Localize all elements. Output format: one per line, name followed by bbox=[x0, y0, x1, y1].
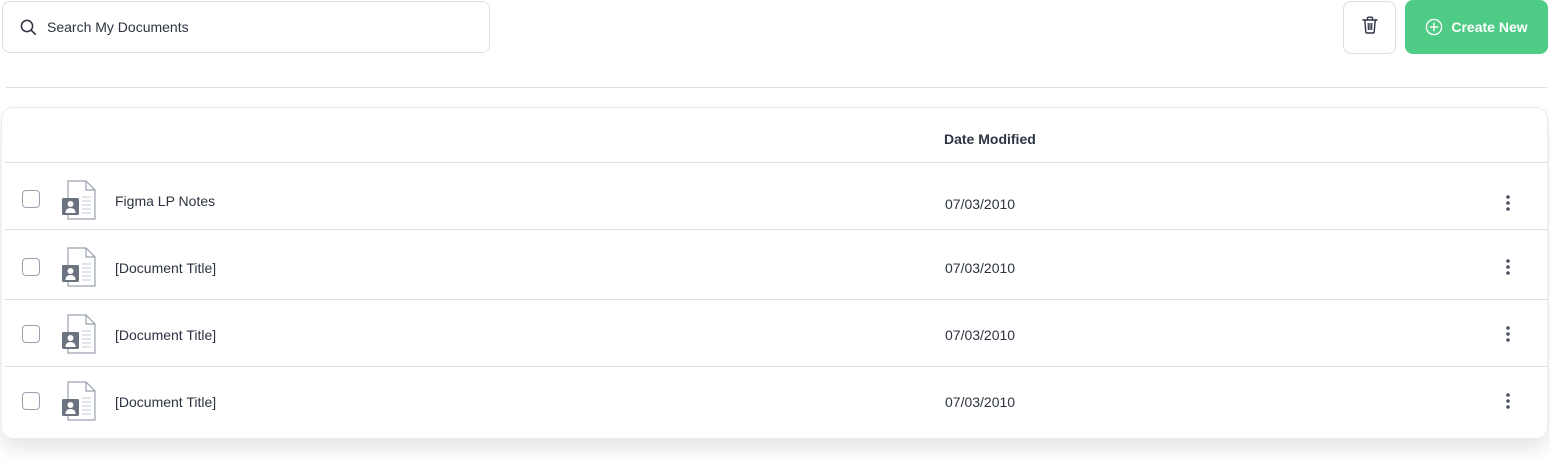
delete-button[interactable] bbox=[1343, 1, 1396, 54]
row-checkbox[interactable] bbox=[22, 190, 40, 208]
more-options-icon[interactable] bbox=[1500, 255, 1516, 279]
search-icon bbox=[19, 18, 37, 36]
row-checkbox[interactable] bbox=[22, 392, 40, 410]
row-checkbox[interactable] bbox=[22, 325, 40, 343]
table-row[interactable]: [Document Title] 07/03/2010 bbox=[5, 300, 1547, 367]
column-header-date-modified[interactable]: Date Modified bbox=[944, 131, 1036, 147]
more-options-icon[interactable] bbox=[1500, 191, 1516, 215]
search-input[interactable] bbox=[47, 19, 447, 35]
documents-table: Date Modified Figma LP Notes 07/03/2010 … bbox=[1, 107, 1548, 439]
more-options-icon[interactable] bbox=[1500, 322, 1516, 346]
document-icon bbox=[62, 314, 96, 354]
search-box[interactable] bbox=[2, 1, 490, 53]
more-options-icon[interactable] bbox=[1500, 389, 1516, 413]
table-header: Date Modified bbox=[5, 108, 1547, 163]
create-new-button[interactable]: Create New bbox=[1405, 0, 1548, 54]
table-row[interactable]: Figma LP Notes 07/03/2010 bbox=[5, 163, 1547, 230]
document-icon bbox=[62, 381, 96, 421]
document-title[interactable]: [Document Title] bbox=[115, 327, 216, 343]
divider bbox=[6, 87, 1547, 88]
document-title[interactable]: [Document Title] bbox=[115, 394, 216, 410]
document-date: 07/03/2010 bbox=[945, 327, 1016, 343]
document-date: 07/03/2010 bbox=[945, 260, 1016, 276]
document-title[interactable]: [Document Title] bbox=[115, 260, 216, 276]
table-row[interactable]: [Document Title] 07/03/2010 bbox=[5, 367, 1547, 433]
document-date: 07/03/2010 bbox=[945, 394, 1016, 410]
document-icon bbox=[62, 247, 96, 287]
table-row[interactable]: [Document Title] 07/03/2010 bbox=[5, 233, 1547, 300]
create-new-label: Create New bbox=[1451, 19, 1528, 35]
document-icon bbox=[62, 180, 96, 220]
plus-circle-icon bbox=[1425, 18, 1443, 36]
document-title[interactable]: Figma LP Notes bbox=[115, 193, 215, 209]
documents-page: Create New Date Modified bbox=[0, 0, 1550, 470]
document-date: 07/03/2010 bbox=[945, 196, 1016, 212]
trash-icon bbox=[1361, 16, 1378, 39]
row-checkbox[interactable] bbox=[22, 258, 40, 276]
